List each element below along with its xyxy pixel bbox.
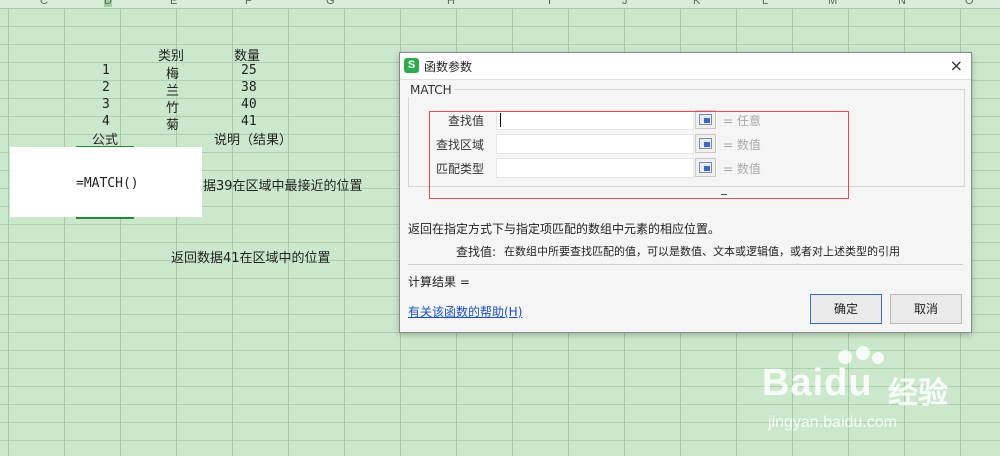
wps-app-icon: S xyxy=(404,58,419,73)
cancel-button[interactable]: 取消 xyxy=(890,294,962,324)
column-header-j[interactable]: J xyxy=(622,0,628,7)
highlight-annotation-box xyxy=(429,111,849,199)
column-header-g[interactable]: G xyxy=(326,0,335,7)
dialog-titlebar[interactable]: S 函数参数 × xyxy=(400,53,971,80)
header-quantity[interactable]: 数量 xyxy=(234,45,260,64)
cell-num[interactable]: 4 xyxy=(102,114,110,129)
paw-icon xyxy=(872,352,884,364)
column-header-i[interactable]: I xyxy=(548,0,551,7)
explain-cell-2[interactable]: 返回数据41在区域中的位置 xyxy=(171,247,331,266)
column-header-bar: C D E F G H I J K L M N O xyxy=(0,0,1000,9)
column-header-l[interactable]: L xyxy=(762,0,768,7)
column-header-d[interactable]: D xyxy=(104,0,112,7)
cell-quantity[interactable]: 40 xyxy=(241,97,257,112)
watermark-brand: Baidu xyxy=(762,362,873,404)
arg-description: 在数组中所要查找匹配的值，可以是数值、文本或逻辑值，或者对上述类型的引用 xyxy=(504,245,900,258)
column-header-n[interactable]: N xyxy=(898,0,906,7)
watermark-url: jingyan.baidu.com xyxy=(768,414,897,431)
explain-cell-1[interactable]: 据39在区域中最接近的位置 xyxy=(203,175,363,194)
column-header-h[interactable]: H xyxy=(447,0,455,7)
column-header-k[interactable]: K xyxy=(693,0,700,7)
result-dash xyxy=(721,194,727,195)
column-header-e[interactable]: E xyxy=(170,0,177,7)
cell-num[interactable]: 2 xyxy=(102,80,110,95)
active-cell-formula[interactable]: =MATCH() xyxy=(76,176,139,191)
ok-button[interactable]: 确定 xyxy=(810,294,882,324)
column-header-c[interactable]: C xyxy=(40,0,48,7)
cell-category[interactable]: 菊 xyxy=(166,114,179,133)
baidu-jingyan-watermark: Baidu 经验 jingyan.baidu.com xyxy=(760,340,1000,450)
function-name: MATCH xyxy=(408,83,454,97)
column-header-m[interactable]: M xyxy=(828,0,837,7)
cell-num[interactable]: 3 xyxy=(102,97,110,112)
close-icon[interactable]: × xyxy=(950,56,963,75)
cell-quantity[interactable]: 41 xyxy=(241,114,257,129)
cell-quantity[interactable]: 38 xyxy=(241,80,257,95)
divider xyxy=(408,264,963,265)
dialog-title: 函数参数 xyxy=(424,60,473,74)
column-header-o[interactable]: O xyxy=(965,0,974,7)
column-header-f[interactable]: F xyxy=(245,0,252,7)
cell-quantity[interactable]: 25 xyxy=(241,63,257,78)
cell-num[interactable]: 1 xyxy=(102,63,110,78)
paw-icon xyxy=(856,346,870,360)
function-help-link[interactable]: 有关该函数的帮助(H) xyxy=(408,303,522,320)
function-description: 返回在指定方式下与指定项匹配的数组中元素的相应位置。 xyxy=(408,222,721,236)
header-category[interactable]: 类别 xyxy=(158,45,184,64)
calculation-result: 计算结果 = xyxy=(408,275,470,289)
selection-border-bottom xyxy=(76,217,134,219)
arg-description-label: 查找值: xyxy=(456,245,497,259)
header-explain[interactable]: 说明（结果） xyxy=(214,129,292,148)
function-arguments-dialog: S 函数参数 × MATCH 查找值 = 任意 查找区域 = 数值 匹配类型 =… xyxy=(399,52,972,333)
watermark-brand-cn: 经验 xyxy=(888,376,948,411)
